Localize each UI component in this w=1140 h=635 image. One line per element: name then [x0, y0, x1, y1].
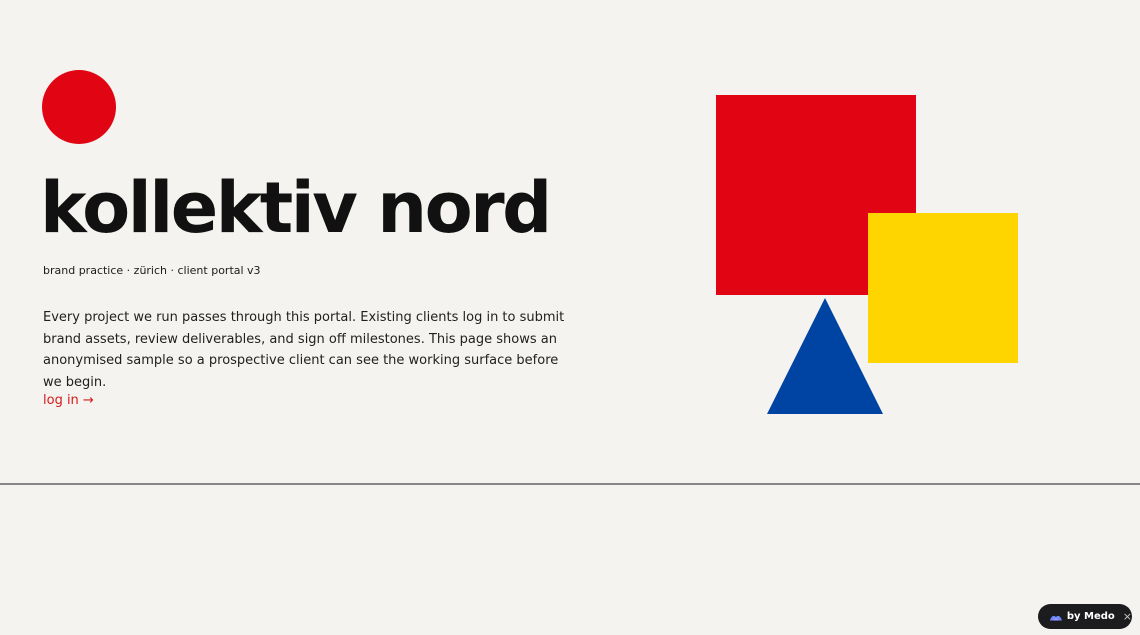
red-circle-logo	[42, 70, 116, 144]
yellow-square-shape	[868, 213, 1018, 363]
tagline: brand practice · zürich · client portal …	[43, 264, 261, 277]
geometric-illustration	[716, 95, 1018, 414]
section-divider	[0, 483, 1140, 485]
medo-logo-icon	[1049, 615, 1062, 620]
login-link[interactable]: log in →	[43, 393, 94, 408]
badge-label: by Medo	[1066, 611, 1115, 622]
made-with-badge[interactable]: by Medo ×	[1038, 604, 1132, 629]
hero-section: kollektiv nord brand practice · zürich ·…	[0, 0, 1140, 483]
blue-triangle-shape	[767, 298, 883, 414]
close-icon[interactable]: ×	[1123, 610, 1132, 623]
page-title: kollektiv nord	[40, 167, 552, 249]
intro-paragraph: Every project we run passes through this…	[43, 310, 565, 390]
